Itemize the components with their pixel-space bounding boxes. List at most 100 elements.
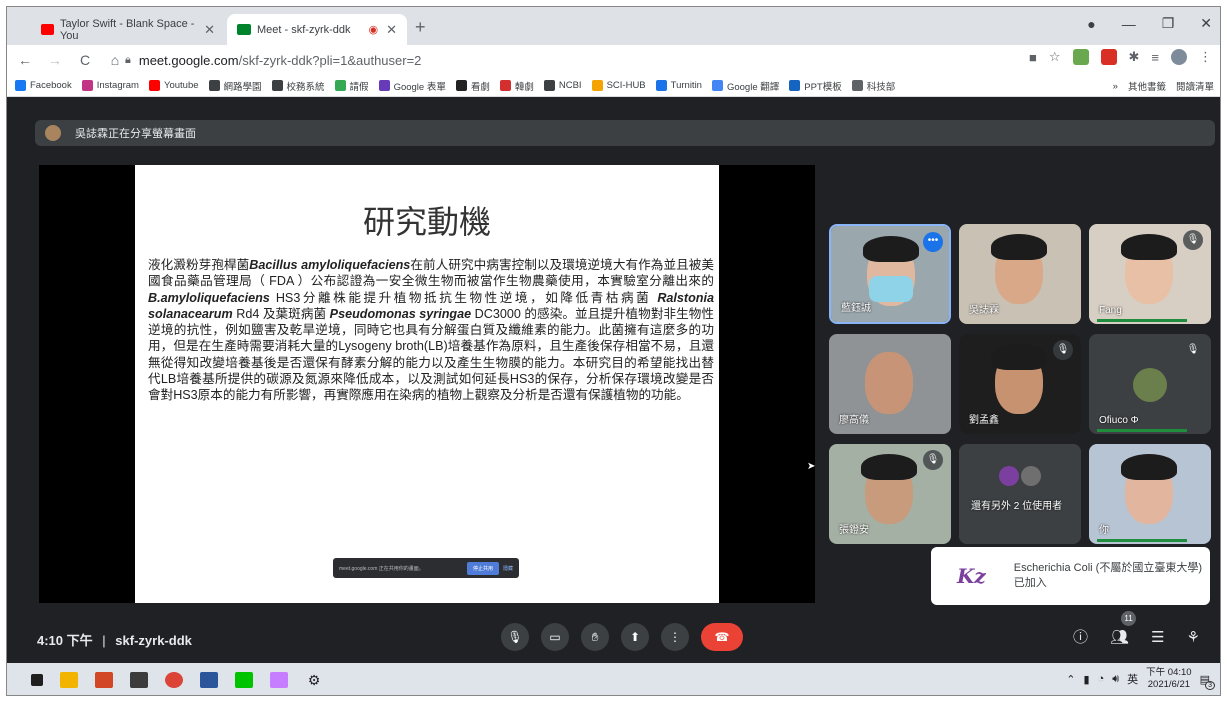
avatar[interactable] <box>1171 49 1187 65</box>
meeting-time: 4:10 下午 <box>37 633 93 648</box>
present-button[interactable]: ⬆ <box>621 623 649 651</box>
bookmark-item[interactable]: 校務系統 <box>271 79 325 93</box>
bookmark-icon <box>148 80 160 91</box>
tab-youtube[interactable]: Taylor Swift - Blank Space - You ✕ <box>31 14 225 45</box>
settings-icon[interactable]: ⚙ <box>305 672 323 688</box>
bookmark-label: Google 表單 <box>393 81 446 93</box>
reading-list-icon[interactable]: ≡ <box>1151 50 1159 65</box>
star-icon[interactable]: ☆ <box>1049 49 1061 65</box>
participant-tile[interactable]: 你 <box>1089 444 1211 544</box>
participant-tile[interactable]: 吳誌霖 <box>959 224 1081 324</box>
bookmark-item[interactable]: Google 表單 <box>378 79 446 93</box>
participant-hair <box>861 454 917 480</box>
clock[interactable]: 下午 04:10 2021/6/21 <box>1146 667 1191 691</box>
maximize-icon[interactable]: ❐ <box>1162 15 1175 32</box>
other-bookmarks-folder[interactable]: 其他書籤 <box>1128 79 1166 93</box>
line-icon[interactable] <box>235 672 253 688</box>
word-icon[interactable] <box>200 672 218 688</box>
bookmark-item[interactable]: Facebook <box>15 80 72 91</box>
participant-tile[interactable]: Fang 🎙︎ <box>1089 224 1211 324</box>
participant-name: Ofiuco Φ <box>1099 415 1139 426</box>
presenting-text: 吳誌霖正在分享螢幕畫面 <box>75 128 196 140</box>
chrome-icon[interactable] <box>165 672 183 688</box>
participant-tile[interactable]: Ofiuco Φ 🎙︎ <box>1089 334 1211 434</box>
bookmark-item[interactable]: Turnitin <box>655 80 702 91</box>
bookmark-item[interactable]: NCBI <box>543 80 582 91</box>
bookmark-item[interactable]: Youtube <box>148 80 199 91</box>
bookmark-label: Facebook <box>30 80 72 91</box>
minimize-icon[interactable]: — <box>1122 16 1136 32</box>
chat-icon[interactable]: ☰ <box>1151 628 1164 646</box>
extension-icon[interactable] <box>1072 49 1089 65</box>
bookmark-item[interactable]: PPT模板 <box>789 79 842 93</box>
participant-face <box>865 352 913 414</box>
pocket-icon[interactable] <box>1100 49 1117 65</box>
windows-start-icon[interactable] <box>31 674 43 686</box>
bookmark-item[interactable]: 看劇 <box>455 79 490 93</box>
leave-call-button[interactable]: ☎ <box>701 623 743 651</box>
sticky-notes-icon[interactable] <box>130 672 148 688</box>
bookmark-label: 科技部 <box>866 81 896 93</box>
back-icon[interactable]: ← <box>13 52 37 68</box>
participant-name: 張鐙安 <box>839 525 869 536</box>
reading-list-button[interactable]: 閱讀清單 <box>1176 79 1214 93</box>
bookmark-item[interactable]: Google 翻譯 <box>711 79 779 93</box>
screen-share-bar: meet.google.com 正在共用你的畫面。 停止共用 隱藏 <box>333 558 519 578</box>
snipping-tool-icon[interactable] <box>270 672 288 688</box>
forward-icon[interactable]: → <box>43 52 67 68</box>
close-window-icon[interactable]: ✕ <box>1200 15 1212 32</box>
puzzle-icon[interactable]: ✱ <box>1129 49 1140 65</box>
home-icon[interactable]: ⌂ <box>103 52 127 68</box>
participant-name: 還有另外 2 位使用者 <box>971 501 1063 512</box>
menu-icon[interactable]: ⋮ <box>1199 49 1212 65</box>
people-icon[interactable]: 👥︎ <box>1110 628 1129 646</box>
ime-indicator[interactable]: 英 <box>1127 671 1138 687</box>
battery-icon[interactable]: ▮ <box>1084 673 1090 686</box>
bookmark-icon <box>334 80 346 91</box>
camera-icon[interactable]: ■ <box>1029 50 1037 65</box>
microphone-button[interactable]: 🎙︎ <box>501 623 529 651</box>
close-icon[interactable]: ✕ <box>386 22 397 38</box>
bookmark-item[interactable]: 網路學園 <box>208 79 262 93</box>
participant-tile[interactable]: 劉孟鑫 🎙︎ <box>959 334 1081 434</box>
species-name: Pseudomonas syringae <box>329 306 472 321</box>
participant-tile[interactable]: 廖高儀 <box>829 334 951 434</box>
more-options-button[interactable]: ⋮ <box>661 623 689 651</box>
file-explorer-icon[interactable] <box>60 672 78 688</box>
notification-icon[interactable]: ▤ 3 <box>1200 673 1215 690</box>
participant-tile[interactable]: 還有另外 2 位使用者 <box>959 444 1081 544</box>
bookmark-label: Instagram <box>96 80 139 91</box>
stop-sharing-button[interactable]: 停止共用 <box>466 561 499 575</box>
raise-hand-button[interactable]: ✋︎ <box>581 623 609 651</box>
slide-text-run: DC3000 的感染。並且提升植物對非生物性逆境的抗性，例如鹽害及乾旱逆境，同時… <box>148 306 714 403</box>
bookmark-label: Turnitin <box>670 80 702 91</box>
bookmark-icon <box>591 80 603 91</box>
bookmark-item[interactable]: SCI-HUB <box>591 80 646 91</box>
camera-button[interactable]: ▭ <box>541 623 569 651</box>
powerpoint-icon[interactable] <box>95 672 113 688</box>
activities-icon[interactable]: ⚘ <box>1187 628 1200 646</box>
participant-tile[interactable]: 張鐙安 🎙︎ <box>829 444 951 544</box>
bookmark-item[interactable]: 韓劇 <box>499 79 534 93</box>
meet-area: 吳誌霖正在分享螢幕畫面 研究動機 液化澱粉芽孢桿菌Bacillus amylol… <box>7 98 1220 663</box>
hide-button[interactable]: 隱藏 <box>503 565 513 572</box>
network-icon[interactable]: ◔ <box>1098 673 1105 685</box>
tab-meet[interactable]: Meet - skf-zyrk-ddk ◉ ✕ <box>227 14 407 45</box>
bookmark-item[interactable]: 請假 <box>334 79 369 93</box>
more-bookmarks-chevron[interactable]: » <box>1113 81 1118 92</box>
bookmark-item[interactable]: 科技部 <box>851 79 896 93</box>
url-host: meet.google.com <box>138 52 239 68</box>
more-options-icon[interactable]: ••• <box>923 232 943 252</box>
new-tab-button[interactable]: + <box>415 17 426 38</box>
profile-icon[interactable]: ● <box>1087 16 1095 32</box>
volume-icon[interactable]: 🔊︎ <box>1112 673 1119 686</box>
bookmark-item[interactable]: Instagram <box>81 80 139 91</box>
reload-icon[interactable]: C <box>73 52 97 68</box>
speaking-indicator <box>1097 539 1187 542</box>
browser-toolbar: ← → C ⌂ 🔒︎ meet.google.com/skf-zyrk-ddk?… <box>7 45 1220 75</box>
info-icon[interactable]: ⓘ <box>1073 626 1088 647</box>
participant-tile[interactable]: 藍鈺誠 ••• <box>829 224 951 324</box>
close-icon[interactable]: ✕ <box>204 22 215 38</box>
chevron-up-icon[interactable]: ⌃ <box>1066 673 1075 686</box>
bookmark-icon <box>455 80 467 91</box>
